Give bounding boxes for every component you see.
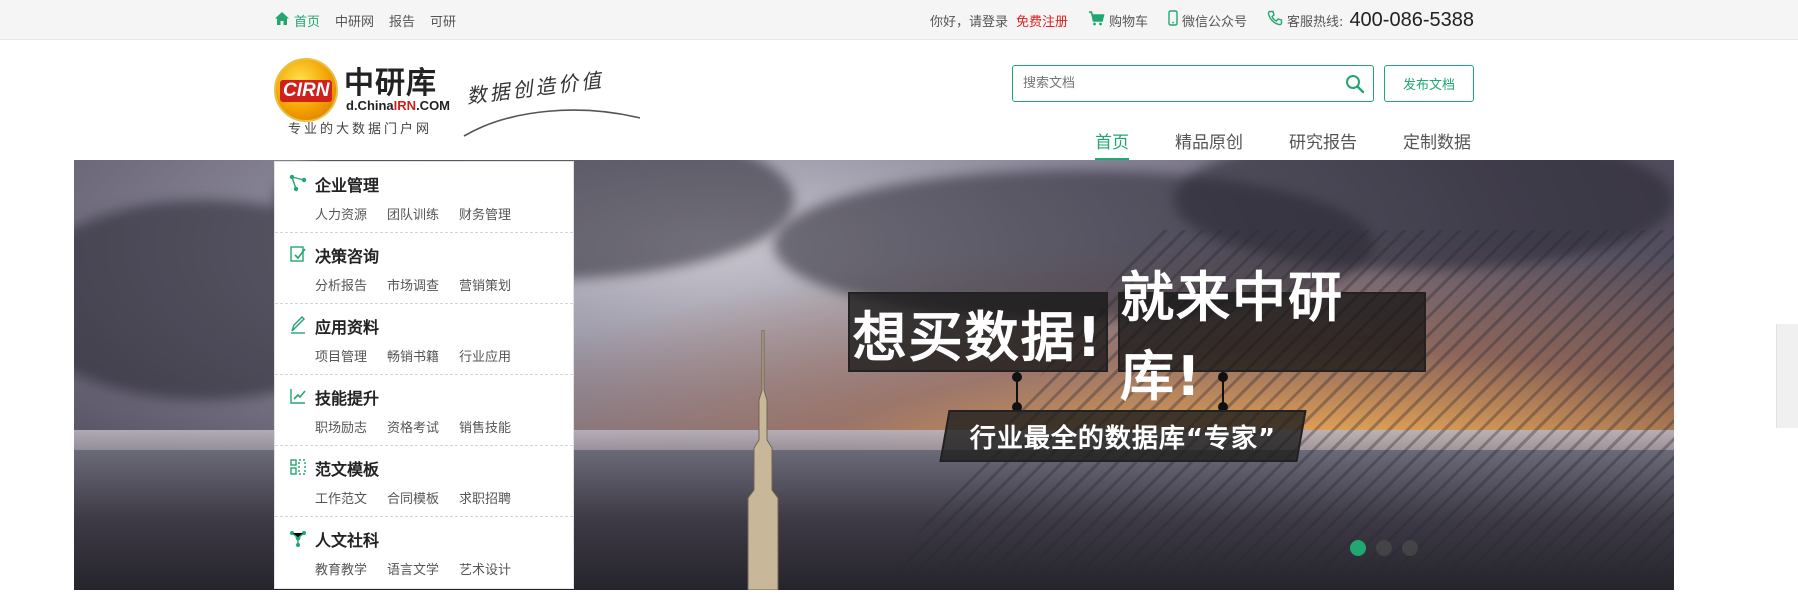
banner-subline: 行业最全的数据库“专家” (939, 410, 1307, 462)
cart-link[interactable]: 购物车 (1088, 10, 1149, 30)
category-item[interactable]: 应用资料 项目管理 畅销书籍 行业应用 (275, 304, 573, 375)
logo-domain: d.ChinaIRN.COM (346, 98, 451, 113)
tab-custom-data[interactable]: 定制数据 (1403, 128, 1471, 160)
slogan-swoosh (463, 109, 641, 137)
search-icon (1346, 74, 1365, 93)
banner-headline-1: 想买数据! (848, 292, 1108, 372)
banner-connector-dot (1218, 372, 1228, 382)
category-link[interactable]: 人力资源 (315, 204, 367, 223)
banner-headline-2: 就来中研库! (1118, 266, 1426, 408)
top-nav-home-label: 首页 (294, 14, 321, 30)
carousel-dot[interactable] (1402, 540, 1418, 556)
search-input[interactable] (1013, 66, 1337, 101)
category-title[interactable]: 范文模板 (315, 456, 573, 480)
cart-label: 购物车 (1109, 14, 1149, 30)
publish-button[interactable]: 发布文档 (1384, 65, 1474, 102)
category-link[interactable]: 财务管理 (459, 204, 511, 223)
category-item[interactable]: 人文社科 教育教学 语言文学 艺术设计 (275, 517, 573, 588)
hotline-number: 400-086-5388 (1349, 8, 1474, 31)
category-link[interactable]: 分析报告 (315, 275, 367, 294)
search-button[interactable] (1337, 66, 1373, 101)
logo-name: 中研库 (344, 66, 437, 101)
top-nav-zhongyan-label: 中研网 (335, 14, 375, 30)
hotline: 客服热线: 400-086-5388 (1267, 9, 1474, 32)
category-item[interactable]: 技能提升 职场励志 资格考试 销售技能 (275, 375, 573, 446)
category-title[interactable]: 企业管理 (315, 172, 573, 196)
category-link[interactable]: 项目管理 (315, 346, 367, 365)
site-logo[interactable]: CIRN 中研库 d.ChinaIRN.COM 专业的大数据门户网 (274, 58, 474, 138)
carousel-dot[interactable] (1350, 540, 1366, 556)
wechat-label: 微信公众号 (1182, 14, 1248, 30)
document-check-icon (290, 246, 306, 262)
template-icon (290, 459, 306, 475)
top-nav-feasibility[interactable]: 可研 (430, 11, 456, 30)
category-item[interactable]: 企业管理 人力资源 团队训练 财务管理 (275, 162, 573, 233)
carousel-dot[interactable] (1376, 540, 1392, 556)
search-box (1012, 65, 1374, 102)
category-item[interactable]: 决策咨询 分析报告 市场调查 营销策划 (275, 233, 573, 304)
category-link[interactable]: 职场励志 (315, 417, 367, 436)
category-link[interactable]: 市场调查 (387, 275, 439, 294)
top-nav: 首页 中研网 报告 可研 (274, 0, 471, 40)
logo-badge-text: CIRN (280, 80, 333, 102)
banner-headline: 想买数据! 就来中研库! (848, 266, 1428, 408)
tab-home[interactable]: 首页 (1095, 128, 1129, 160)
category-panel: 企业管理 人力资源 团队训练 财务管理 决策咨询 分析报告 市场调查 营销策划 应用资料… (274, 161, 574, 589)
header: CIRN 中研库 d.ChinaIRN.COM 专业的大数据门户网 数据创造价值… (0, 40, 1798, 160)
chart-growth-icon (290, 389, 306, 404)
network-icon (289, 174, 307, 192)
top-nav-report[interactable]: 报告 (389, 11, 415, 30)
category-link[interactable]: 工作范文 (315, 488, 367, 507)
category-item[interactable]: 范文模板 工作范文 合同模板 求职招聘 (275, 446, 573, 517)
top-right-links: 你好，请登录 免费注册 购物车 微信公众号 客服热线: 400-086-5388 (910, 0, 1474, 40)
category-link[interactable]: 教育教学 (315, 559, 367, 578)
category-link[interactable]: 营销策划 (459, 275, 511, 294)
main-nav: 首页 精品原创 研究报告 定制数据 (1095, 128, 1517, 160)
home-icon (274, 11, 290, 30)
top-nav-report-label: 报告 (389, 14, 416, 30)
category-link[interactable]: 畅销书籍 (387, 346, 439, 365)
category-title[interactable]: 决策咨询 (315, 243, 573, 267)
phone-icon (1267, 10, 1283, 30)
banner-subline-text: 行业最全的数据库“专家” (969, 423, 1277, 454)
logo-tagline: 专业的大数据门户网 (288, 122, 433, 137)
share-icon (290, 531, 306, 547)
hotline-label: 客服热线: (1287, 14, 1344, 30)
top-bar (0, 0, 1798, 40)
logo-badge: CIRN (274, 58, 338, 122)
tab-research-report[interactable]: 研究报告 (1289, 128, 1357, 160)
category-link[interactable]: 行业应用 (459, 346, 511, 365)
top-nav-home[interactable]: 首页 (274, 11, 320, 30)
category-title[interactable]: 技能提升 (315, 385, 573, 409)
mobile-icon (1168, 10, 1178, 30)
category-link[interactable]: 销售技能 (459, 417, 511, 436)
category-link[interactable]: 艺术设计 (459, 559, 511, 578)
category-link[interactable]: 语言文学 (387, 559, 439, 578)
banner-connector-dot (1012, 372, 1022, 382)
category-link[interactable]: 资格考试 (387, 417, 439, 436)
wechat-link[interactable]: 微信公众号 (1168, 10, 1247, 30)
top-nav-zhongyan[interactable]: 中研网 (335, 11, 374, 30)
side-float-tab[interactable] (1776, 324, 1798, 428)
category-title[interactable]: 人文社科 (315, 527, 573, 551)
register-link[interactable]: 免费注册 (1016, 11, 1068, 30)
category-link[interactable]: 合同模板 (387, 488, 439, 507)
category-link[interactable]: 团队训练 (387, 204, 439, 223)
carousel-dots (1350, 540, 1428, 556)
empire-state-building (747, 330, 779, 590)
tab-premium-original[interactable]: 精品原创 (1175, 128, 1243, 160)
cart-icon (1088, 10, 1105, 30)
category-link[interactable]: 求职招聘 (459, 488, 511, 507)
pen-icon (291, 316, 305, 334)
top-nav-feasibility-label: 可研 (430, 14, 457, 30)
login-link[interactable]: 你好，请登录 (930, 11, 1008, 30)
category-title[interactable]: 应用资料 (315, 314, 573, 338)
